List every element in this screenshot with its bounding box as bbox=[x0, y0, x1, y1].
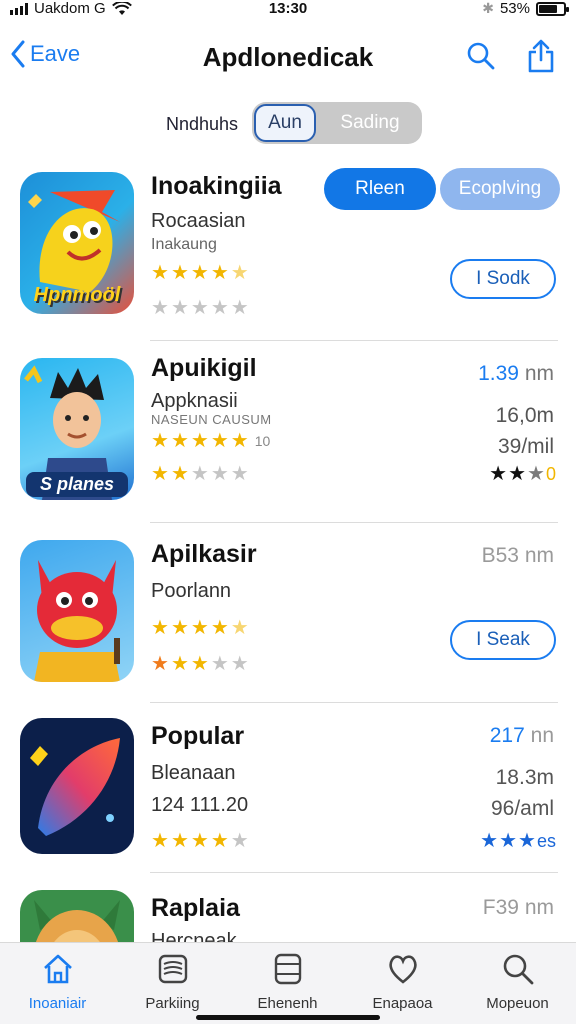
list-item[interactable]: S planes Apuikigil Appknasii NASEUN CAUS… bbox=[0, 342, 576, 522]
tab-label: Parkiing bbox=[145, 995, 200, 1012]
app-name: Apilkasir bbox=[151, 540, 257, 568]
price-unit: nm bbox=[524, 896, 554, 919]
get-button[interactable]: I Seak bbox=[450, 620, 556, 660]
divider bbox=[150, 340, 558, 341]
list-item[interactable]: Popular Bleanaan 124 111.20 ★ ★ ★ ★ ★ 217 nn… bbox=[0, 704, 576, 884]
navigation-bar: Eave Apdlonedicak bbox=[0, 30, 576, 86]
price: F39 nm bbox=[483, 896, 554, 920]
app-name: Popular bbox=[151, 722, 245, 750]
app-size-secondary: 39/mil bbox=[497, 435, 554, 458]
battery-label: 53% bbox=[499, 0, 530, 17]
rating-count: 10 bbox=[254, 433, 271, 449]
heart-icon bbox=[388, 955, 417, 984]
list-item[interactable]: Hpnmoöl Inoakingiia Rocaasian Inakaung ★… bbox=[0, 160, 576, 340]
divider bbox=[150, 872, 558, 873]
app-name: Raplaia bbox=[151, 894, 240, 922]
tab-device[interactable]: Ehenenh bbox=[230, 949, 345, 1012]
device-icon bbox=[274, 953, 301, 985]
lion-image bbox=[34, 900, 120, 942]
share-button[interactable] bbox=[524, 38, 558, 74]
ecoplving-button[interactable]: Ecoplving bbox=[440, 168, 560, 210]
tab-bar: Inoaniair Parkiing Ehenenh Enapaoa Mopeu… bbox=[0, 942, 576, 1024]
app-icon bbox=[20, 540, 134, 682]
list-item[interactable]: Apilkasir Poorlann ★ ★ ★ ★ ★ ★ ★ ★ ★ ★ B53 nm I … bbox=[0, 524, 576, 704]
price: B53 nm bbox=[482, 544, 554, 568]
app-size: 18.3m bbox=[495, 766, 554, 789]
segment-label: Nndhuhs bbox=[166, 114, 239, 134]
status-bar: Uakdom G 13:30 ✱ 53% bbox=[0, 0, 576, 22]
user-rating[interactable]: ★ ★ ★ ★ ★ bbox=[151, 298, 249, 318]
app-category: Inakaung bbox=[151, 236, 217, 253]
tab-label: Ehenenh bbox=[257, 995, 318, 1012]
tab-label: Enapaoa bbox=[372, 995, 433, 1012]
app-icon: S planes bbox=[20, 358, 134, 500]
home-icon bbox=[43, 954, 72, 984]
user-rating[interactable]: ★ ★ ★ ★ ★ bbox=[151, 464, 249, 484]
right-rating: ★ ★ ★ es bbox=[480, 830, 556, 852]
app-icon-text: S planes bbox=[26, 472, 128, 497]
star-rating: ★ ★ ★ ★ ★ 10 bbox=[151, 430, 271, 452]
price-unit: nm bbox=[524, 544, 554, 567]
stack-icon bbox=[158, 954, 187, 984]
search-icon bbox=[503, 954, 533, 985]
price-value: B53 bbox=[481, 544, 519, 567]
app-icon bbox=[20, 890, 134, 942]
share-icon bbox=[528, 39, 554, 73]
tab-search[interactable]: Mopeuon bbox=[460, 949, 575, 1012]
nav-actions bbox=[464, 38, 558, 74]
app-subtitle: Appknasii bbox=[151, 390, 238, 412]
tab-label: Mopeuon bbox=[486, 995, 549, 1012]
app-icon bbox=[20, 718, 134, 854]
app-category: NASEUN CAUSUM bbox=[151, 412, 272, 427]
segment-row: Nndhuhs Aun Sading bbox=[0, 102, 576, 146]
segmented-control: Aun Sading bbox=[252, 102, 422, 144]
app-subtitle: Hercneak bbox=[151, 930, 237, 942]
star-rating: ★ ★ ★ ★ ★ bbox=[151, 830, 249, 852]
price-value: 217 bbox=[489, 724, 525, 747]
app-name: Apuikigil bbox=[151, 354, 257, 382]
app-size: 16,0m bbox=[495, 404, 554, 427]
right-rating-suffix: es bbox=[536, 831, 556, 851]
user-rating[interactable]: ★ ★ ★ ★ ★ bbox=[151, 654, 249, 674]
price: 217 nn bbox=[490, 724, 554, 748]
app-icon: Hpnmoöl bbox=[20, 172, 134, 314]
price-value: 1.39 bbox=[478, 362, 519, 385]
search-icon bbox=[467, 42, 495, 70]
app-subtitle: Poorlann bbox=[151, 580, 232, 602]
get-button[interactable]: I Sodk bbox=[450, 259, 556, 299]
price-unit: nn bbox=[530, 724, 554, 747]
app-size-secondary: 96/aml bbox=[490, 797, 554, 820]
star-rating: ★ ★ ★ ★ ★ bbox=[151, 617, 249, 639]
segment-option-sading[interactable]: Sading bbox=[320, 104, 420, 142]
app-icon-text: Hpnmoöl bbox=[33, 284, 121, 306]
app-name: Inoakingiia bbox=[151, 172, 282, 200]
tab-label: Inoaniair bbox=[28, 995, 87, 1012]
status-right: ✱ 53% bbox=[482, 0, 569, 17]
search-button[interactable] bbox=[464, 38, 498, 74]
app-meta: 124 111.20 bbox=[151, 794, 249, 816]
divider bbox=[150, 702, 558, 703]
bluetooth-icon: ✱ bbox=[482, 0, 494, 16]
home-indicator bbox=[196, 1015, 380, 1020]
tab-ranking[interactable]: Parkiing bbox=[115, 949, 230, 1012]
tab-favorites[interactable]: Enapaoa bbox=[345, 949, 460, 1012]
tab-home[interactable]: Inoaniair bbox=[0, 949, 115, 1012]
price: 1.39 nm bbox=[478, 362, 554, 386]
app-subtitle: Rocaasian bbox=[151, 210, 246, 232]
right-rating-suffix: 0 bbox=[545, 464, 556, 484]
price-value: F39 bbox=[482, 896, 519, 919]
list-item[interactable]: Raplaia Hercneak F39 nm bbox=[0, 874, 576, 942]
star-rating: ★ ★ ★ ★ ★ bbox=[151, 262, 249, 284]
divider bbox=[150, 522, 558, 523]
rleen-button[interactable]: Rleen bbox=[324, 168, 436, 210]
rocket-image bbox=[30, 738, 120, 836]
right-rating: ★ ★ ★ 0 bbox=[489, 463, 556, 485]
red-creature-image bbox=[34, 560, 120, 682]
segment-option-aun[interactable]: Aun bbox=[254, 104, 316, 142]
price-unit: nm bbox=[524, 362, 554, 385]
app-subtitle: Bleanaan bbox=[151, 762, 236, 784]
battery-icon bbox=[536, 1, 569, 16]
